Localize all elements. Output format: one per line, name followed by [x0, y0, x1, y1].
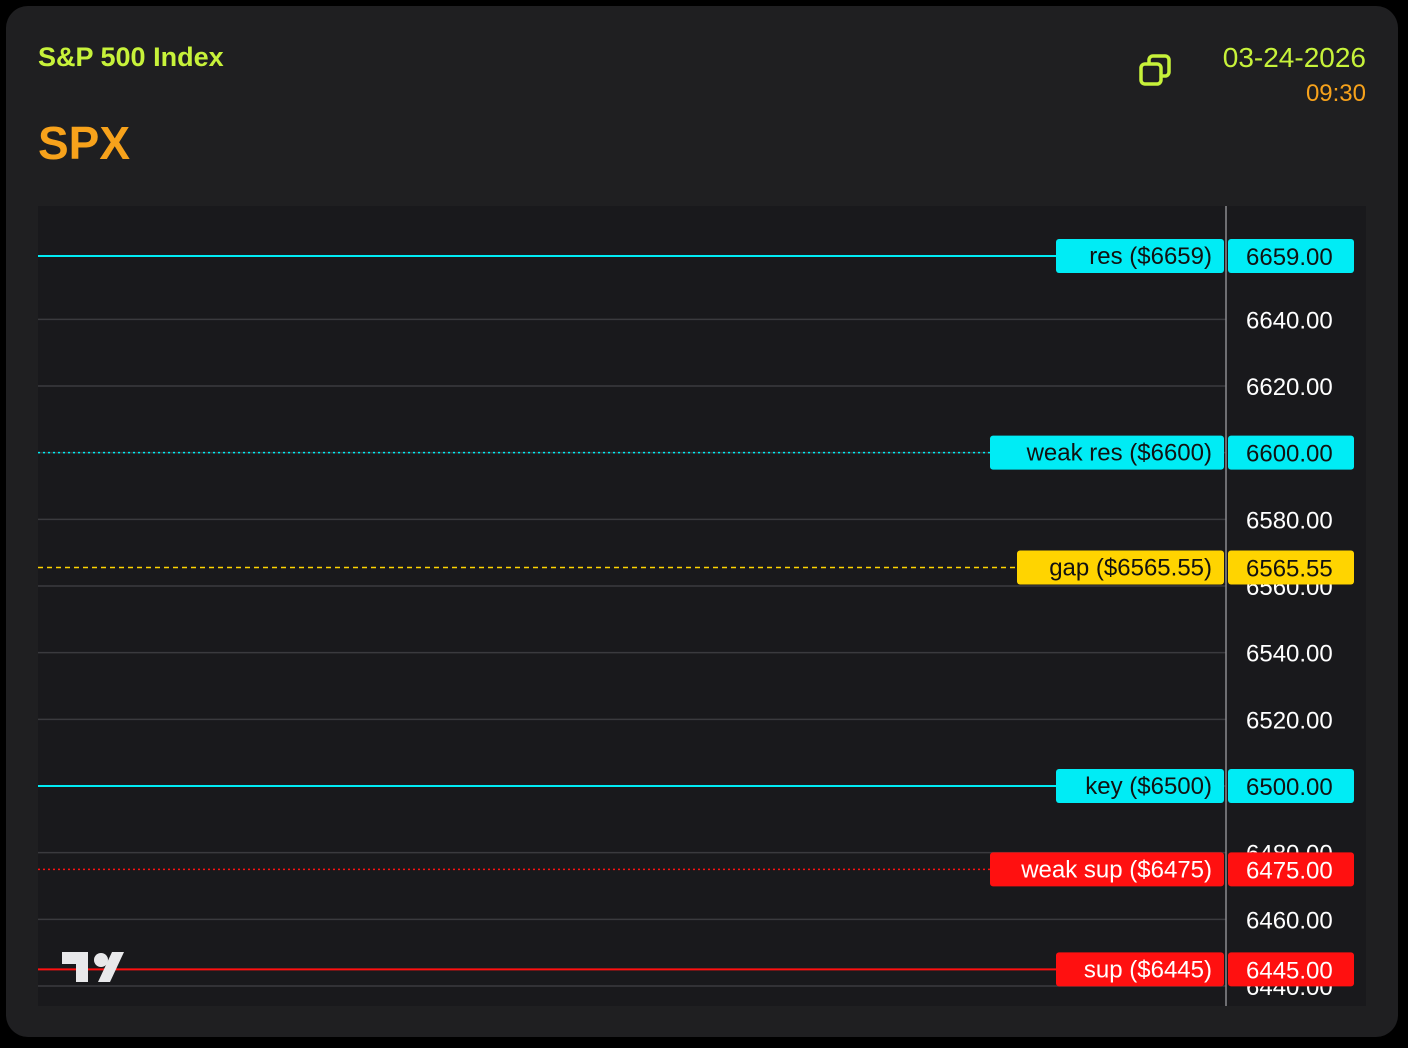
level-label: weak sup ($6475)	[1020, 856, 1212, 883]
level-label: sup ($6445)	[1084, 956, 1212, 983]
level-label: gap ($6565.55)	[1049, 555, 1212, 582]
level-label: key ($6500)	[1085, 773, 1212, 800]
level-0[interactable]: res ($6659) 6659.00	[38, 239, 1354, 273]
widget-card: S&P 500 Index SPX 03-24-2026 09:30 6640.…	[6, 6, 1398, 1037]
level-4[interactable]: weak sup ($6475) 6475.00	[38, 852, 1354, 887]
price-tag: 6565.55	[1246, 556, 1333, 583]
y-tick-label: 6580.00	[1246, 507, 1333, 534]
time-label: 09:30	[1305, 80, 1366, 107]
tradingview-logo-icon	[62, 952, 124, 982]
level-label: weak res ($6600)	[1026, 440, 1212, 467]
price-tag: 6445.00	[1246, 957, 1333, 984]
level-layer: res ($6659) 6659.00 weak res ($6600) 6600.0…	[38, 239, 1354, 987]
price-tag: 6659.00	[1246, 244, 1333, 271]
chart-svg[interactable]: 6640.006620.006600.006580.006560.006540.…	[38, 206, 1366, 1006]
price-tag: 6500.00	[1246, 774, 1333, 801]
y-tick-label: 6520.00	[1246, 707, 1333, 734]
copy-icon[interactable]	[1137, 52, 1173, 88]
level-2[interactable]: gap ($6565.55) 6565.55	[38, 550, 1354, 585]
y-tick-label: 6620.00	[1246, 374, 1333, 401]
y-tick-label: 6640.00	[1246, 307, 1333, 334]
y-tick-label: 6460.00	[1246, 907, 1333, 934]
y-axis-ticks: 6640.006620.006600.006580.006560.006540.…	[1246, 307, 1333, 1001]
price-tag: 6475.00	[1246, 857, 1333, 884]
index-name: S&P 500 Index	[38, 42, 224, 72]
price-chart[interactable]: 6640.006620.006600.006580.006560.006540.…	[38, 206, 1366, 1006]
ticker-symbol: SPX	[38, 117, 131, 169]
date-label: 03-24-2026	[1222, 42, 1366, 73]
price-tag: 6600.00	[1246, 441, 1333, 468]
level-5[interactable]: sup ($6445) 6445.00	[38, 952, 1354, 987]
level-3[interactable]: key ($6500) 6500.00	[38, 769, 1354, 803]
level-label: res ($6659)	[1089, 243, 1212, 270]
y-tick-label: 6540.00	[1246, 641, 1333, 668]
